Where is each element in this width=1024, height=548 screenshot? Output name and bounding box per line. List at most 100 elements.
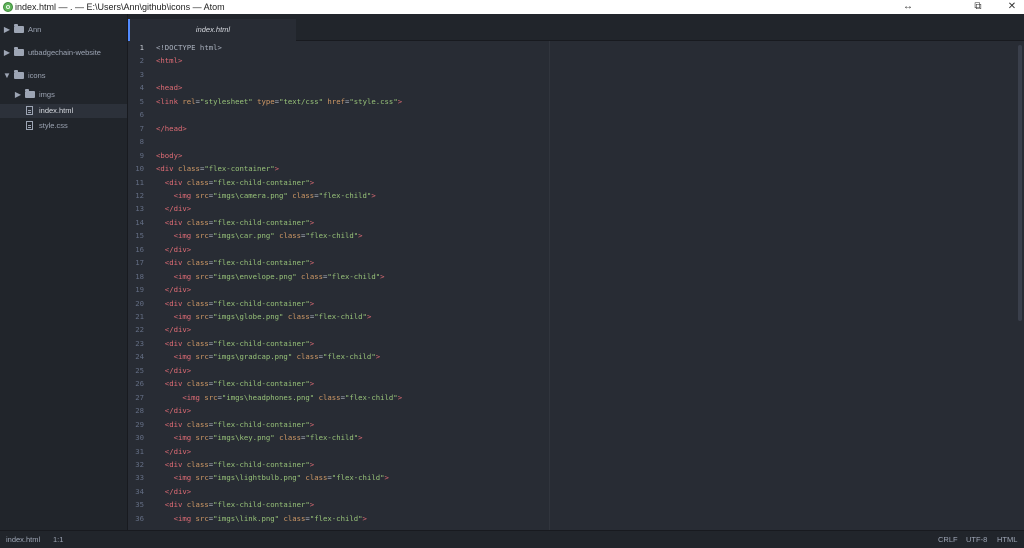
code-token: "flex-child-container" [213,338,310,348]
code-line[interactable]: <img src="imgs\gradcap.png" class="flex-… [156,352,381,362]
code-token: > [384,473,389,483]
line-number: 5 [139,96,144,106]
code-token: class [287,312,310,321]
code-line[interactable]: <body> [156,151,182,160]
line-number: 23 [135,338,144,348]
tree-item-label: style.css [39,121,68,130]
code-line[interactable]: <img src="imgs\camera.png" class="flex-c… [156,191,376,200]
status-cursor-position[interactable]: 1:1 [53,531,63,548]
code-line[interactable]: <div class="flex-child-container"> [156,379,314,388]
code-line[interactable]: <img src="imgs\key.png" class="flex-chil… [156,433,363,442]
file-icon [26,106,33,115]
line-number: 25 [135,365,144,375]
tab-index-html[interactable]: index.html [128,19,296,41]
code-token: src [195,473,209,483]
status-grammar[interactable]: HTML [997,531,1017,548]
line-number: 26 [135,379,144,389]
code-line[interactable]: <div class="flex-child-container"> [156,299,314,308]
code-token: class [301,271,323,281]
window-title: index.html — . — E:\Users\Ann\github\ico… [15,2,225,12]
code-line[interactable]: </div> [156,285,191,294]
code-token: "flex-child-container" [213,217,310,227]
tree-item-imgs[interactable]: ▶ imgs [0,88,127,102]
code-token: <div [164,177,187,187]
tree-item-icons[interactable]: ▼ icons [0,69,127,83]
code-line[interactable]: <div class="flex-child-container"> [156,178,314,187]
code-line[interactable]: <div class="flex-child-container"> [156,420,314,429]
code-token: class [279,433,302,443]
code-line[interactable]: <head> [156,83,182,92]
code-line[interactable]: </div> [156,406,191,415]
line-number: 16 [135,244,144,254]
status-file-path[interactable]: index.html [6,531,40,548]
code-line[interactable]: <div class="flex-child-container"> [156,460,314,469]
atom-window: index.html — . — E:\Users\Ann\github\ico… [0,0,1024,548]
code-line[interactable]: <img src="imgs\lightbulb.png" class="fle… [156,473,389,482]
code-token: "imgs\headphones.png" [221,392,315,402]
code-token: src [195,433,209,443]
code-line[interactable]: </head> [156,124,187,133]
line-number: 32 [135,459,144,469]
code-line[interactable]: <img src="imgs\link.png" class="flex-chi… [156,514,367,523]
code-line[interactable]: <div class="flex-child-container"> [156,258,314,267]
code-token: "imgs\link.png" [213,513,280,523]
status-encoding[interactable]: UTF-8 [966,531,987,548]
code-token: "flex-child" [323,352,376,362]
text-editor[interactable]: 1 2 3 4 5 6 7 8 9 10 11 12 13 14 15 16 17 18 19 20 21 22 23 24 2… [128,41,1024,530]
code-line[interactable]: </div> [156,487,191,496]
code-token: src [195,352,209,362]
scrollbar-thumb[interactable] [1018,45,1022,321]
code-line[interactable]: <img src="imgs\envelope.png" class="flex… [156,272,385,281]
minimize-button[interactable]: ↔ [888,0,928,14]
code-token: <head> [156,83,183,93]
close-button[interactable]: ✕ [992,0,1024,14]
code-token: "flex-child" [344,392,398,402]
code-token: </div> [164,285,192,295]
code-line[interactable]: <div class="flex-container"> [156,164,279,173]
tree-item-index-html[interactable]: index.html [0,104,127,118]
code-token: <link [156,96,183,106]
code-token: "imgs\lightbulb.png" [213,473,302,483]
code-token: class [177,164,200,174]
code-token: <img [182,392,205,402]
code-line[interactable]: <div class="flex-child-container"> [156,218,314,227]
code-line[interactable]: <!DOCTYPE html> [156,43,222,52]
code-token: "flex-child" [318,190,372,200]
code-token: <div [164,379,187,389]
code-token: href [327,96,345,106]
tree-item-ann[interactable]: ▶ Ann [0,23,127,37]
code-line[interactable]: <div class="flex-child-container"> [156,339,314,348]
code-token: src [195,312,209,321]
code-token: <!DOCTYPE html> [156,43,222,52]
code-line[interactable]: </div> [156,245,191,254]
code-line[interactable]: </div> [156,325,191,334]
code-line[interactable]: <img src="imgs\car.png" class="flex-chil… [156,231,363,240]
code-line[interactable]: <html> [156,56,182,65]
code-token: "flex-container" [204,164,275,174]
tree-item-style-css[interactable]: style.css [0,119,127,133]
tree-item-label: Ann [28,25,42,34]
status-line-ending[interactable]: CRLF [938,531,958,548]
line-number: 1 [139,43,144,52]
code-line[interactable]: </div> [156,204,191,213]
code-line[interactable]: </div> [156,447,191,456]
code-line[interactable]: </div> [156,366,191,375]
line-number: 24 [135,352,144,362]
code-line[interactable]: <link rel="stylesheet" type="text/css" h… [156,97,402,106]
code-line[interactable]: <img src="imgs\headphones.png" class="fl… [156,393,402,402]
code-token: "imgs\car.png" [213,231,275,241]
code-token: <img [173,190,196,200]
code-line[interactable]: <div class="flex-child-container"> [156,500,314,509]
code-token: class [186,419,209,429]
code-token: class [186,298,209,308]
code-line[interactable]: <img src="imgs\globe.png" class="flex-ch… [156,312,372,321]
tree-item-utbadgechain-website[interactable]: ▶ utbadgechain-website [0,46,127,60]
code-token: rel [182,96,196,106]
line-number: 15 [135,231,144,241]
vertical-scrollbar[interactable] [1016,41,1024,530]
chevron-right-icon: ▶ [3,48,11,57]
code-token: <img [173,231,196,241]
